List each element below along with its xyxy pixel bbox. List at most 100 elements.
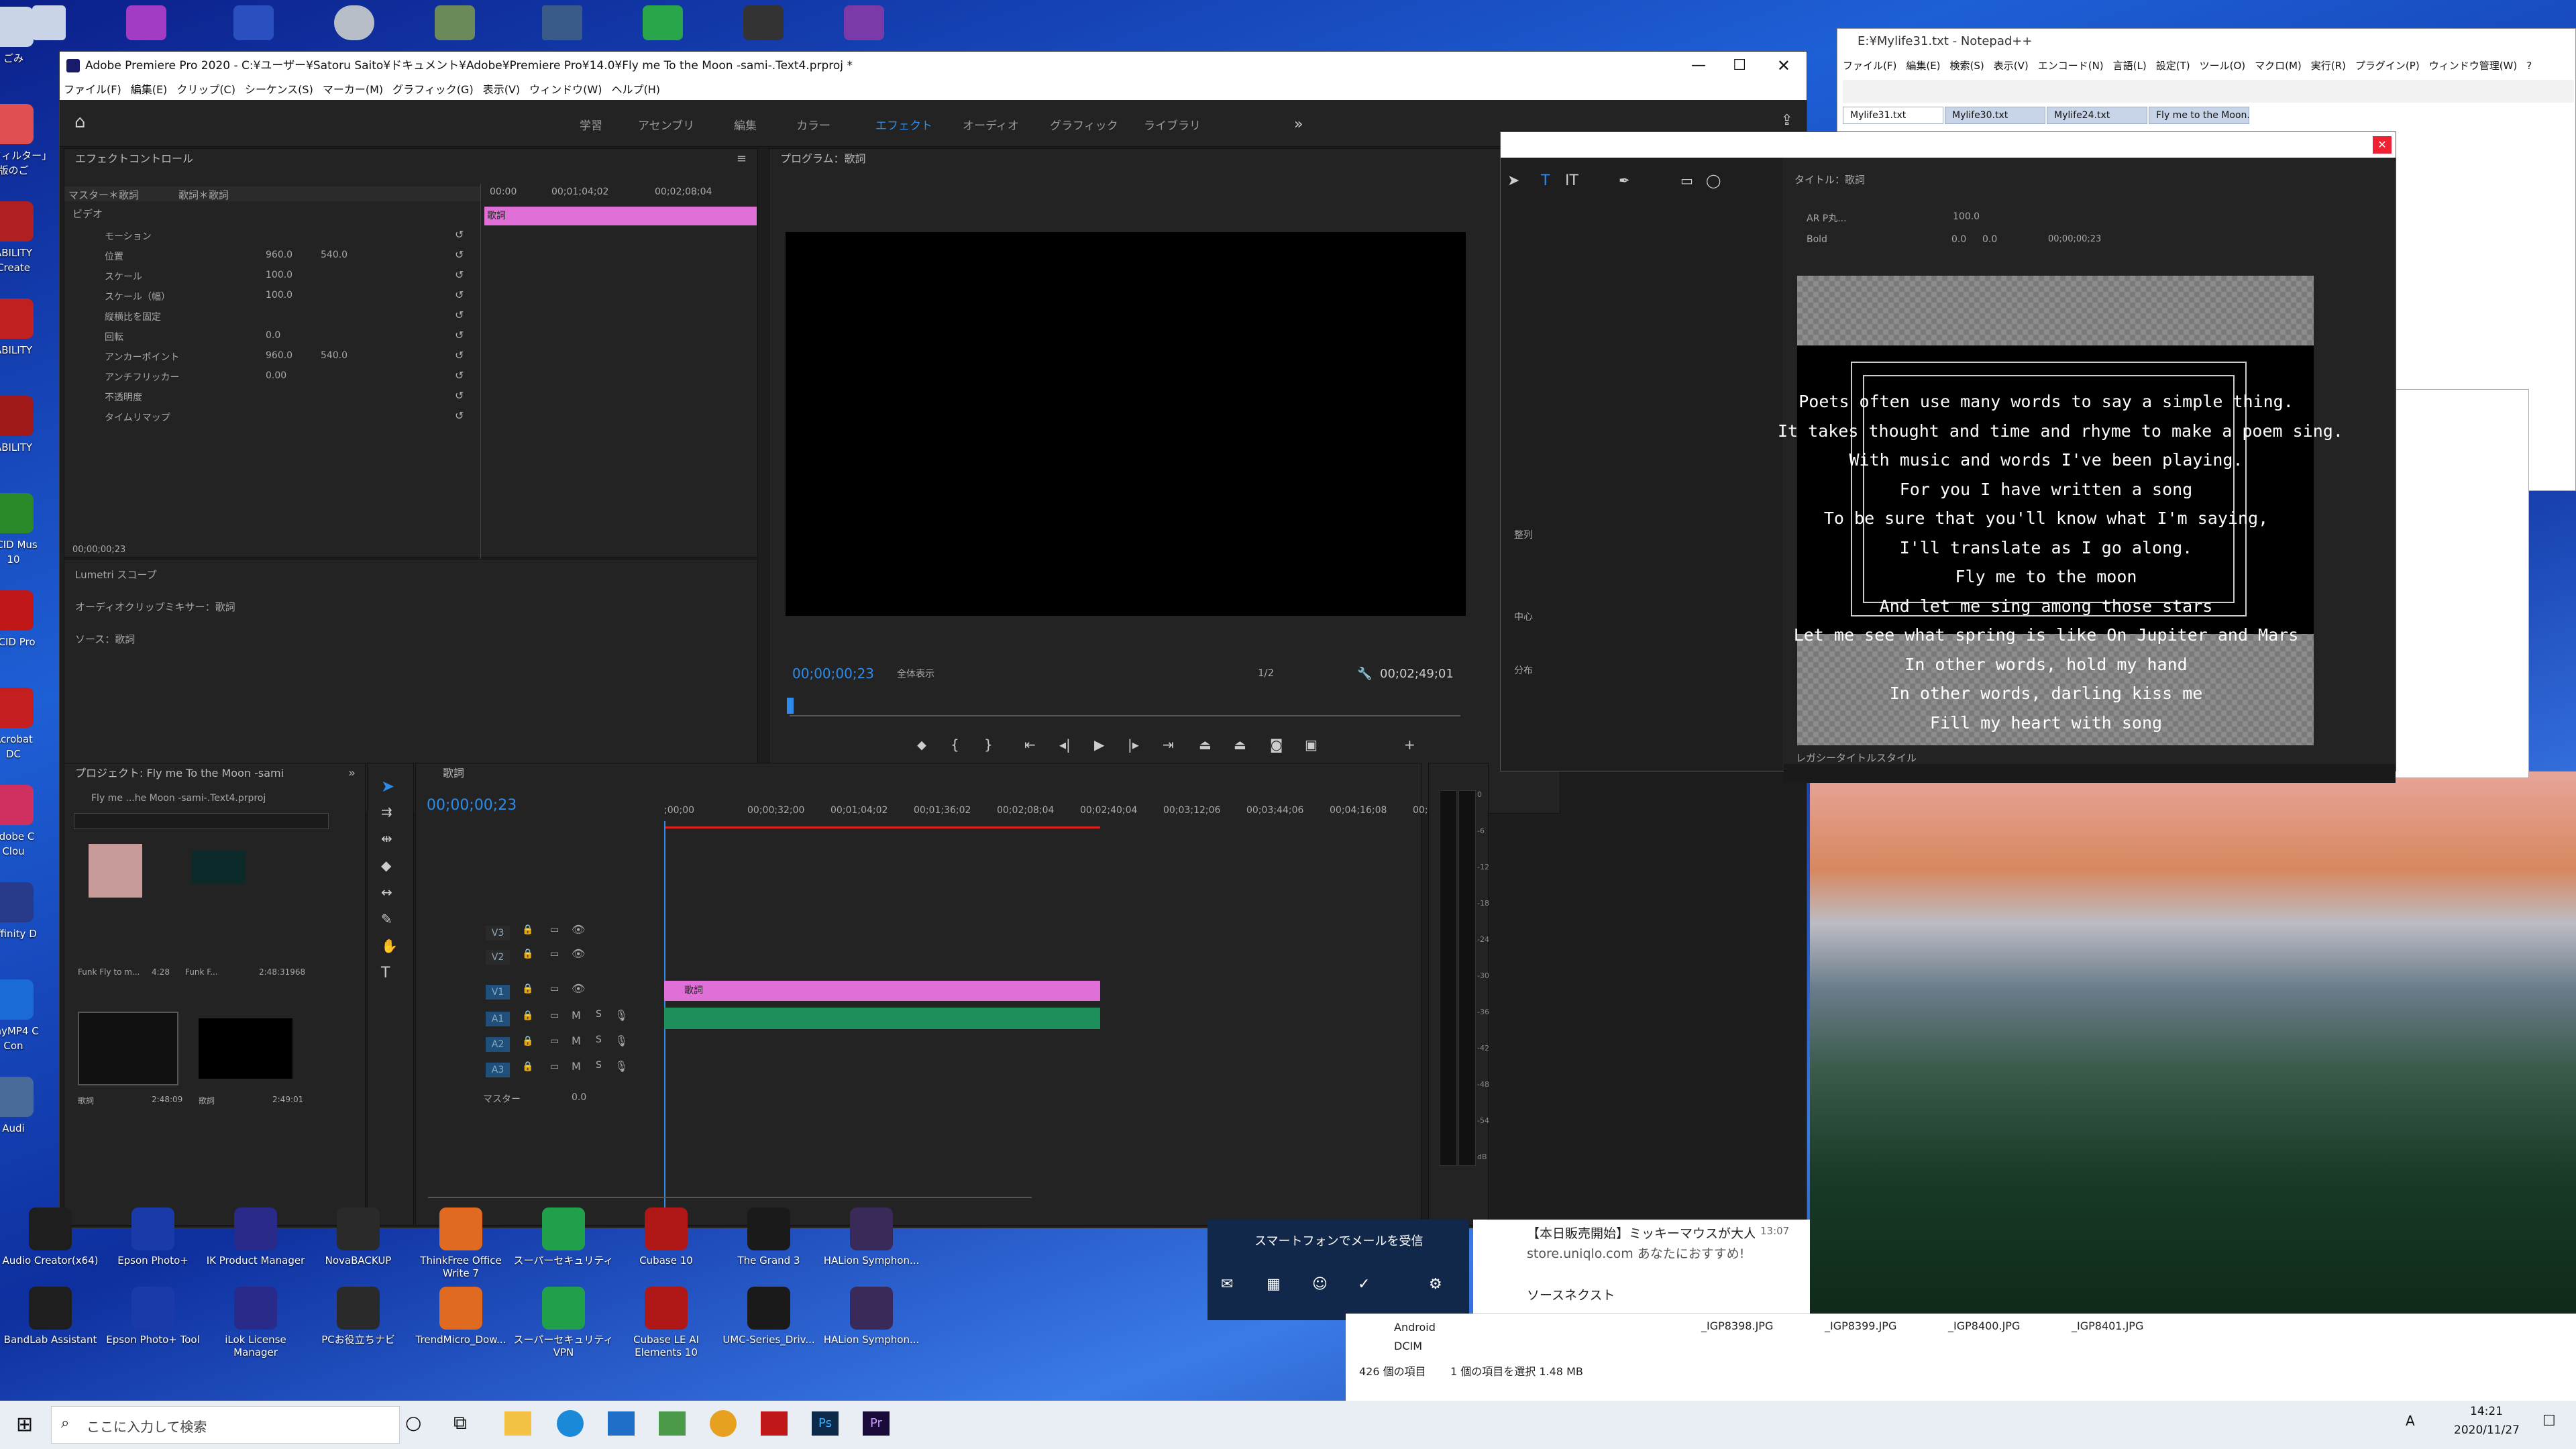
desktop-icon[interactable]: ACID Pro <box>0 590 54 649</box>
more-panels-icon[interactable]: » <box>348 766 356 780</box>
lock-icon[interactable]: 🔒 <box>522 924 533 935</box>
file-explorer-icon[interactable] <box>504 1411 531 1436</box>
clock-time[interactable]: 14:21 <box>2470 1405 2503 1418</box>
track-target[interactable]: V2 <box>486 950 510 965</box>
kerning-value[interactable]: 0.0 <box>1951 234 1966 245</box>
desktop-icon[interactable]: IK Product Manager <box>205 1208 306 1267</box>
eye-icon[interactable]: 👁 <box>572 982 585 995</box>
project-item-name[interactable]: Funk F... <box>185 967 218 977</box>
lock-icon[interactable]: 🔒 <box>522 1061 533 1072</box>
vertical-type-icon[interactable]: IT <box>1565 172 1578 189</box>
marker-icon[interactable]: ⬥ <box>917 737 926 753</box>
close-button[interactable]: ✕ <box>1777 52 1790 80</box>
workspace-tab[interactable]: オーディオ <box>963 116 1019 133</box>
menu-item[interactable]: グラフィック(G) <box>392 83 474 96</box>
notepad-menu-item[interactable]: 検索(S) <box>1950 60 1984 72</box>
close-button[interactable]: ✕ <box>2373 136 2392 154</box>
notepad-menu-item[interactable]: ファイル(F) <box>1843 60 1896 72</box>
type-tool-icon[interactable]: T <box>1541 172 1550 189</box>
mic-icon[interactable]: 🎙 <box>614 1060 628 1073</box>
desktop-icon[interactable]: Epson Photo+ <box>103 1208 203 1267</box>
track-target[interactable]: A2 <box>486 1037 510 1052</box>
program-video-frame[interactable] <box>786 232 1466 616</box>
workspace-tab[interactable]: ライブラリ <box>1144 116 1201 133</box>
menu-item[interactable]: ヘルプ(H) <box>611 83 660 96</box>
fit-dropdown[interactable]: 全体表示 <box>897 667 934 680</box>
audio-clip-mixer-tab[interactable]: オーディオクリップミキサー：歌詞 <box>75 600 235 614</box>
disc-icon[interactable] <box>334 5 374 40</box>
effect-property-value-1[interactable]: 0.00 <box>266 370 286 381</box>
effect-property-value-1[interactable]: 100.0 <box>266 290 292 301</box>
notepad-menu-item[interactable]: 実行(R) <box>2311 60 2346 72</box>
calendar-icon[interactable]: ▦ <box>1267 1276 1281 1293</box>
reset-icon[interactable]: ↺ <box>455 309 464 321</box>
track-target[interactable]: V3 <box>486 926 510 941</box>
mark-out-icon[interactable]: } <box>984 737 993 753</box>
notepad-menu-item[interactable]: 編集(E) <box>1906 60 1940 72</box>
project-item-thumbnail[interactable] <box>89 844 142 898</box>
lock-icon[interactable]: 🔒 <box>522 1010 533 1021</box>
play-icon[interactable]: ▶ <box>1094 737 1104 753</box>
ellipse-icon[interactable]: ◯ <box>1706 172 1721 189</box>
sync-lock-icon[interactable]: ▭ <box>550 949 559 959</box>
workspace-tab[interactable]: グラフィック <box>1050 116 1118 133</box>
chrome-icon[interactable] <box>710 1410 737 1437</box>
desktop-icon[interactable]: Audi <box>0 1077 54 1136</box>
effect-property-value-1[interactable]: 0.0 <box>266 330 280 341</box>
edge-icon[interactable] <box>557 1410 584 1437</box>
mic-icon[interactable]: 🎙 <box>614 1009 628 1022</box>
menu-item[interactable]: ウィンドウ(W) <box>529 83 602 96</box>
desktop-icon[interactable]: Cubase LE AI Elements 10 <box>616 1287 716 1359</box>
notepad-tab[interactable]: Mylife31.txt <box>1843 107 1943 124</box>
reset-icon[interactable]: ↺ <box>455 329 464 341</box>
font-size-value[interactable]: 100.0 <box>1953 211 1980 222</box>
reset-icon[interactable]: ↺ <box>455 288 464 301</box>
effect-property-value-2[interactable]: 540.0 <box>321 250 347 260</box>
desktop-icon[interactable]: HALion Symphon... <box>821 1287 922 1346</box>
file-item[interactable]: _IGP8401.JPG <box>2072 1320 2143 1332</box>
app-icon[interactable] <box>643 5 683 40</box>
type-tool-icon[interactable]: T <box>381 965 390 981</box>
desktop-icon[interactable]: スーパーセキュリティ VPN <box>513 1287 614 1359</box>
playhead-marker[interactable] <box>787 698 794 714</box>
desktop-icon[interactable]: Acrobat DC <box>0 688 54 761</box>
program-scrubber[interactable] <box>790 715 1460 716</box>
app-icon[interactable] <box>435 5 475 40</box>
app-icon[interactable] <box>659 1411 686 1436</box>
mail-app-icon[interactable] <box>608 1411 635 1436</box>
desktop-icon[interactable]: Audio Creator(x64) <box>0 1208 101 1267</box>
desktop-icon[interactable]: HALion Symphon... <box>821 1208 922 1267</box>
file-item[interactable]: _IGP8399.JPG <box>1825 1320 1896 1332</box>
source-tab[interactable]: ソース：歌詞 <box>75 632 135 646</box>
menu-item[interactable]: 表示(V) <box>483 83 520 96</box>
desktop-icon[interactable]: Adobe C Clou <box>0 785 54 859</box>
desktop-icon[interactable]: NovaBACKUP <box>308 1208 409 1267</box>
sequence-thumbnail-2[interactable] <box>199 1018 292 1079</box>
selection-tool-icon[interactable]: ➤ <box>1507 172 1519 189</box>
desktop-icon[interactable]: Cubase 10 <box>616 1208 716 1267</box>
wrench-icon[interactable]: 🔧 <box>1357 667 1372 681</box>
desktop-icon[interactable]: Affinity D <box>0 882 54 941</box>
font-style-dropdown[interactable]: Bold <box>1807 234 1827 245</box>
recycle-bin-icon[interactable] <box>32 5 66 40</box>
notepad-menu-item[interactable]: ? <box>2526 60 2532 72</box>
app-icon[interactable] <box>233 5 274 40</box>
reset-icon[interactable]: ↺ <box>455 409 464 422</box>
solo-icon[interactable]: S <box>596 1009 602 1020</box>
more-workspaces-icon[interactable]: » <box>1294 116 1303 133</box>
photoshop-icon[interactable]: Ps <box>812 1411 839 1436</box>
project-item-name[interactable]: 歌詞 <box>78 1095 94 1106</box>
people-icon[interactable]: ☺ <box>1312 1276 1328 1293</box>
notepad-menu-item[interactable]: ツール(O) <box>2200 60 2246 72</box>
audio-waveform-icon[interactable] <box>192 851 246 884</box>
compare-icon[interactable]: ▣ <box>1305 737 1318 753</box>
file-item[interactable]: _IGP8398.JPG <box>1701 1320 1773 1332</box>
sync-lock-icon[interactable]: ▭ <box>550 1036 559 1046</box>
ime-indicator[interactable]: A <box>2406 1413 2415 1429</box>
hand-icon[interactable]: ✋ <box>381 938 398 954</box>
timeline-scrollbar[interactable] <box>428 1197 1032 1198</box>
notification-center-icon[interactable]: ☐ <box>2542 1413 2556 1430</box>
track-target[interactable]: V1 <box>486 985 510 1000</box>
cortana-icon[interactable]: ○ <box>405 1411 421 1434</box>
track-target[interactable]: A3 <box>486 1063 510 1077</box>
